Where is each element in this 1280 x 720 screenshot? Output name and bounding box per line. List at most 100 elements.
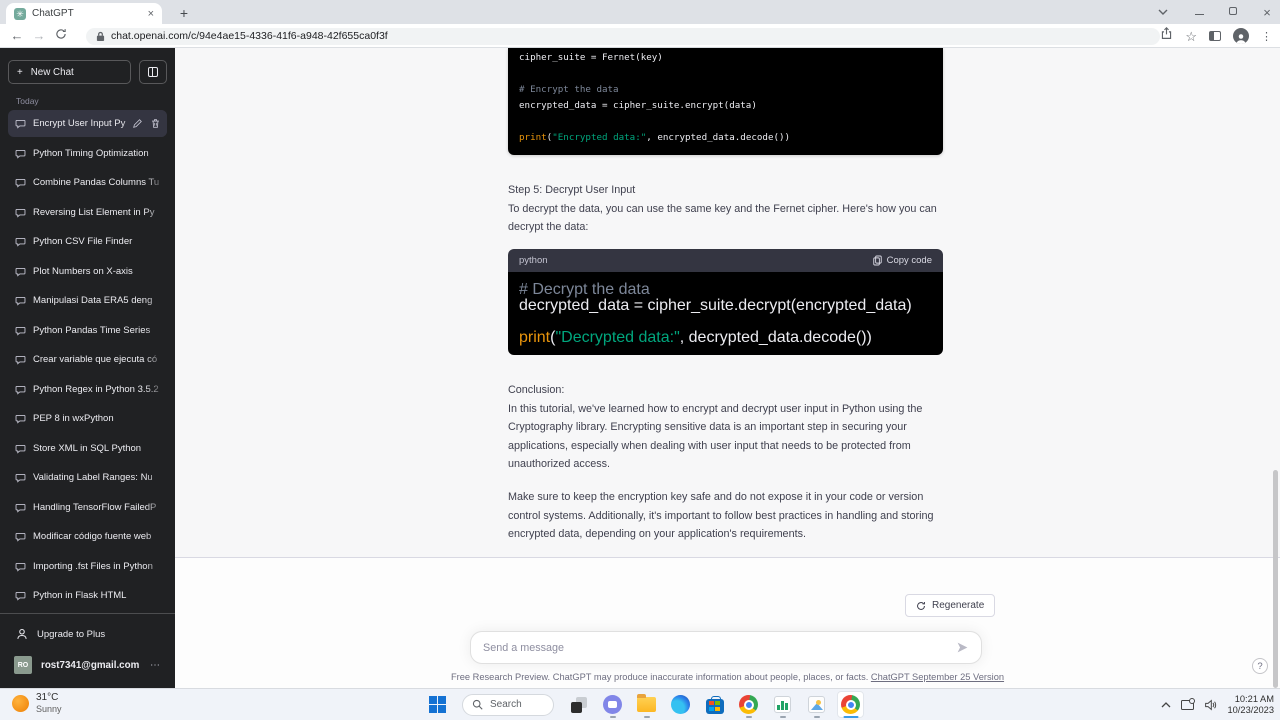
window-minimize-button[interactable] [1192, 6, 1206, 18]
sidebar-chat-item[interactable]: Combine Pandas Columns Tu [8, 169, 167, 196]
tray-chevron-up-icon[interactable] [1161, 702, 1171, 708]
chat-item-label: Python Timing Optimization [33, 147, 149, 159]
sidebar-chat-item[interactable]: Validating Label Ranges: Nu [8, 464, 167, 491]
sidebar-toggle-icon [148, 67, 158, 77]
browser-tab-chatgpt[interactable]: ✳ ChatGPT × [6, 3, 162, 24]
delete-trash-icon[interactable] [150, 118, 161, 129]
regenerate-button[interactable]: Regenerate [905, 594, 996, 617]
chat-bubble-icon [15, 532, 26, 542]
reload-button[interactable] [50, 28, 72, 43]
step5-text: Step 5: Decrypt User Input To decrypt th… [508, 181, 938, 237]
sidebar-chat-item[interactable]: Handling TensorFlow FailedP [8, 493, 167, 521]
page-scrollbar[interactable] [1273, 470, 1278, 688]
chat-item-label: Python CSV File Finder [33, 236, 133, 247]
chat-item-label: PEP 8 in wxPython [33, 413, 114, 424]
history-section-label: Today [16, 96, 39, 106]
start-button[interactable] [424, 691, 451, 718]
chat-bubble-icon [15, 326, 26, 336]
message-input[interactable] [483, 641, 956, 654]
new-tab-button[interactable]: + [174, 4, 194, 24]
tab-search-chevron-icon[interactable] [1158, 9, 1172, 15]
chat-item-label: Store XML in SQL Python [33, 442, 142, 454]
sidebar-chat-item[interactable]: Python Regex in Python 3.5.2 [8, 375, 167, 403]
chat-bubble-icon [15, 591, 26, 601]
edit-pencil-icon[interactable] [132, 118, 143, 129]
back-button[interactable]: ← [6, 28, 28, 43]
sidebar-chat-item[interactable]: Plot Numbers on X-axis [8, 257, 167, 285]
code-line: # Decrypt the data [519, 281, 650, 298]
taskbar-clock[interactable]: 10:21 AM 10/23/2023 [1227, 694, 1274, 716]
send-icon[interactable] [956, 641, 969, 654]
chat-item-label: Reversing List Element in Py [33, 206, 155, 218]
sidebar-chat-item[interactable]: Store XML in SQL Python [8, 434, 167, 462]
code-line: decrypted_data = cipher_suite.decrypt(en… [519, 297, 912, 314]
account-options-icon[interactable]: ⋯ [150, 660, 161, 671]
chart-app-button[interactable] [769, 691, 796, 718]
clock-date: 10/23/2023 [1227, 705, 1274, 715]
sidebar-chat-item[interactable]: Crear variable que ejecuta có [8, 346, 167, 373]
copy-code-button[interactable]: Copy code [872, 255, 932, 266]
sidebar-chat-item[interactable]: Python Pandas Time Series [8, 316, 167, 344]
browser-profile-avatar[interactable] [1233, 28, 1249, 44]
person-icon [17, 628, 27, 639]
forward-button[interactable]: → [28, 28, 50, 43]
sun-icon [12, 695, 29, 712]
task-view-button[interactable] [565, 691, 592, 718]
new-chat-button[interactable]: + New Chat [8, 60, 131, 84]
browser-menu-icon[interactable]: ⋮ [1261, 30, 1272, 43]
chat-bubble-icon [15, 355, 26, 365]
teams-chat-button[interactable] [599, 691, 626, 718]
chat-item-label: Manipulasi Data ERA5 deng [33, 295, 153, 306]
file-explorer-button[interactable] [633, 691, 660, 718]
taskbar-weather-widget[interactable]: 31°C Sunny [12, 692, 62, 715]
chat-item-label: Validating Label Ranges: Nu [33, 472, 153, 483]
sidebar-chat-item[interactable]: Python in Flask HTML [8, 582, 167, 609]
volume-icon[interactable] [1204, 699, 1217, 711]
sidebar-chat-item[interactable]: PEP 8 in wxPython [8, 405, 167, 432]
paint-app-button[interactable] [803, 691, 830, 718]
sidebar-chat-item[interactable]: Python CSV File Finder [8, 228, 167, 255]
sidebar-chat-item[interactable]: Reversing List Element in Py [8, 198, 167, 226]
side-panel-icon[interactable] [1209, 31, 1221, 41]
clock-time: 10:21 AM [1234, 694, 1274, 704]
sidebar-chat-item[interactable]: Python Timing Optimization [8, 139, 167, 167]
chat-item-label: Handling TensorFlow FailedP [33, 501, 157, 513]
taskbar-search[interactable]: Search [462, 693, 554, 716]
store-button[interactable] [701, 691, 728, 718]
upgrade-to-plus-button[interactable]: Upgrade to Plus [8, 620, 167, 648]
chat-bubble-icon [15, 473, 26, 483]
assistant-message: cipher_suite = Fernet(key) # Encrypt the… [175, 48, 1280, 558]
help-button[interactable]: ? [1252, 658, 1268, 674]
chat-bubble-icon [15, 267, 26, 277]
window-close-button[interactable]: × [1260, 5, 1274, 20]
chrome-active-button[interactable] [837, 691, 864, 718]
sidebar-chat-item[interactable]: Manipulasi Data ERA5 deng [8, 287, 167, 314]
chrome-button[interactable] [735, 691, 762, 718]
window-maximize-button[interactable] [1226, 6, 1240, 18]
tab-close-icon[interactable]: × [148, 8, 154, 20]
tab-title: ChatGPT [32, 8, 74, 19]
account-avatar: RO [14, 656, 32, 674]
search-icon [472, 699, 483, 710]
code-block-encrypt: cipher_suite = Fernet(key) # Encrypt the… [508, 48, 943, 155]
sidebar-chat-item[interactable]: Modificar código fuente web [8, 523, 167, 550]
version-link[interactable]: ChatGPT September 25 Version [871, 672, 1004, 682]
share-icon[interactable] [1160, 27, 1173, 45]
account-menu-button[interactable]: RO rost7341@gmail.com ⋯ [8, 650, 167, 680]
chat-history-list: Encrypt User Input Py Python Timing Opti… [0, 110, 175, 612]
address-bar[interactable]: chat.openai.com/c/94e4ae15-4336-41f6-a94… [86, 27, 1160, 45]
sidebar-chat-item[interactable]: Encrypt User Input Py [8, 110, 167, 137]
collapse-sidebar-button[interactable] [139, 60, 167, 84]
chat-item-label: Crear variable que ejecuta có [33, 354, 158, 365]
bookmark-star-icon[interactable]: ☆ [1185, 30, 1197, 43]
chat-bubble-icon [15, 208, 26, 218]
regenerate-icon [917, 601, 925, 610]
chat-bubble-icon [15, 178, 26, 188]
edge-button[interactable] [667, 691, 694, 718]
sidebar-chat-item[interactable]: Importing .fst Files in Python [8, 552, 167, 580]
step5-heading: Step 5: Decrypt User Input [508, 184, 636, 196]
chat-bubble-icon [15, 149, 26, 159]
chat-item-label: Combine Pandas Columns Tu [33, 177, 160, 188]
network-icon[interactable] [1181, 698, 1196, 710]
